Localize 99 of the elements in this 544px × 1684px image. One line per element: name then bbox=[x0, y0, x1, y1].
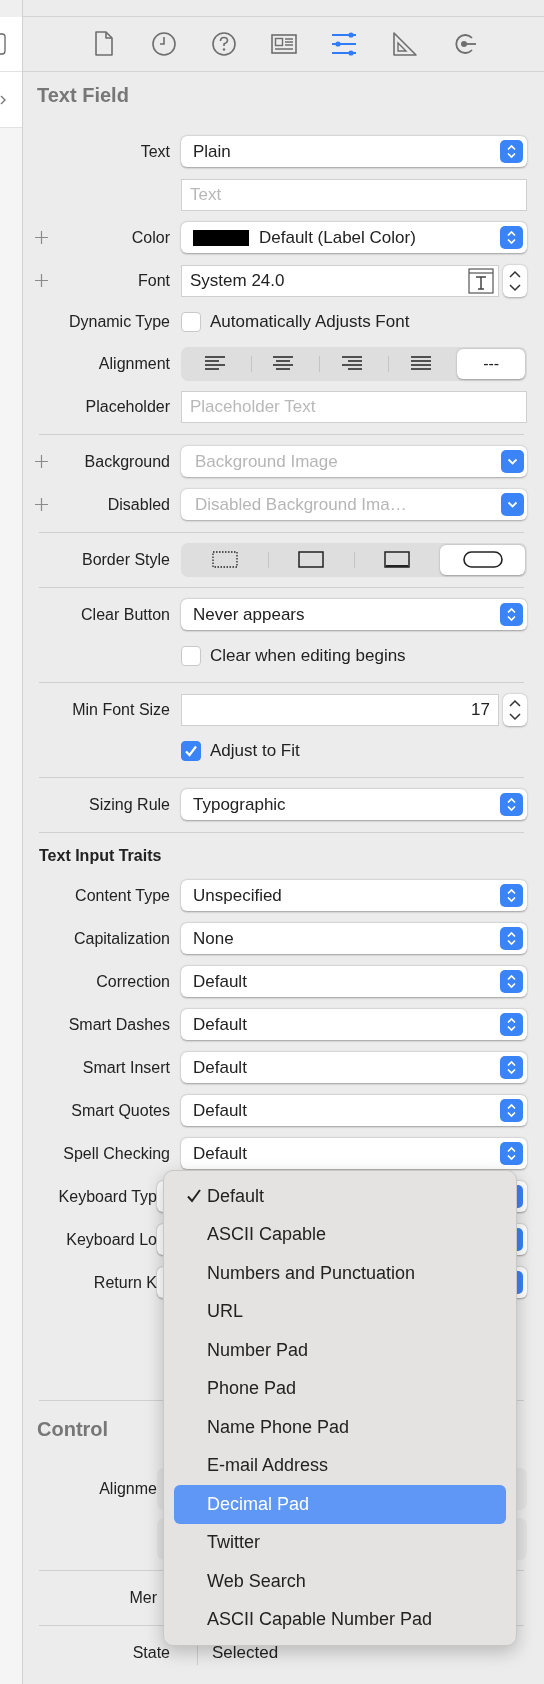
popup-button[interactable]: Never appears bbox=[181, 599, 527, 630]
popup-arrows-icon bbox=[500, 1013, 523, 1036]
field-label: Spell Checking bbox=[63, 1144, 170, 1162]
popup-button[interactable]: Default bbox=[181, 1052, 527, 1083]
field-label: Capitalization bbox=[73, 929, 170, 947]
chevron-icon bbox=[0, 94, 6, 105]
line-border-icon bbox=[297, 550, 326, 569]
field-label: Background bbox=[84, 452, 170, 470]
popup-arrows-icon bbox=[500, 1099, 523, 1122]
rounded-rect-icon bbox=[0, 33, 6, 55]
popup-arrows-icon bbox=[500, 884, 523, 907]
checkmark-icon bbox=[186, 1188, 202, 1205]
clock-icon bbox=[150, 30, 177, 58]
popup-arrows-icon bbox=[500, 1056, 523, 1079]
dotted-border-icon bbox=[211, 550, 240, 569]
popup-arrows-icon bbox=[500, 927, 523, 950]
checkbox[interactable] bbox=[181, 646, 201, 666]
menu-item[interactable]: Default bbox=[174, 1177, 506, 1216]
text-field[interactable]: Text bbox=[181, 178, 527, 211]
section-title: Control bbox=[37, 1418, 109, 1440]
menu-item[interactable]: Phone Pad bbox=[174, 1369, 506, 1408]
field-label: Alignme bbox=[99, 1480, 157, 1497]
field-label: Color bbox=[131, 228, 170, 246]
field-label: Disabled bbox=[107, 495, 170, 513]
checkbox[interactable] bbox=[181, 741, 201, 761]
sliders-icon bbox=[330, 30, 357, 58]
segmented-control[interactable] bbox=[181, 542, 527, 577]
checkbox[interactable] bbox=[181, 312, 201, 332]
popup-button[interactable]: Typographic bbox=[181, 789, 527, 820]
color-popup[interactable]: Default (Label Color) bbox=[181, 222, 527, 253]
text-input[interactable]: Background Image bbox=[193, 447, 501, 476]
inspector-tab[interactable] bbox=[210, 30, 237, 58]
menu-item[interactable]: ASCII Capable Number Pad bbox=[174, 1600, 506, 1639]
field-label: Sizing Rule bbox=[89, 795, 170, 813]
number-field[interactable]: 17 bbox=[181, 693, 499, 726]
checkbox-label: Clear when editing begins bbox=[210, 645, 406, 668]
popup-arrows-icon bbox=[500, 226, 523, 249]
menu-item[interactable]: URL bbox=[174, 1292, 506, 1331]
field-label: Dynamic Type bbox=[68, 313, 170, 330]
font-field[interactable]: System 24.0 bbox=[181, 264, 499, 297]
inspector-tab[interactable] bbox=[330, 30, 357, 58]
field-label: Placeholder bbox=[85, 397, 170, 415]
section-title: Text Field bbox=[37, 84, 129, 106]
popup-arrows-icon bbox=[500, 140, 523, 163]
field-label: Smart Dashes bbox=[68, 1015, 170, 1033]
popup-button[interactable]: Default bbox=[181, 1009, 527, 1040]
field-label: Content Type bbox=[75, 886, 170, 904]
field-label: Border Style bbox=[81, 550, 170, 568]
popup-button[interactable]: Default bbox=[181, 966, 527, 997]
field-label: Correction bbox=[96, 972, 170, 990]
popup-button[interactable]: Unspecified bbox=[181, 880, 527, 911]
inspector-tab[interactable] bbox=[390, 30, 417, 58]
ruler-triangle-icon bbox=[390, 30, 417, 58]
stepper[interactable] bbox=[503, 264, 527, 297]
menu-item[interactable]: Name Phone Pad bbox=[174, 1408, 506, 1447]
field-label: Smart Insert bbox=[82, 1058, 170, 1076]
field-label: Clear Button bbox=[81, 605, 170, 623]
inspector-tab[interactable] bbox=[150, 30, 177, 58]
field-label: Alignment bbox=[98, 354, 170, 372]
field-label: Keyboard Typ bbox=[58, 1187, 157, 1205]
rounded-border-icon bbox=[462, 550, 503, 569]
segmented-control[interactable]: --- bbox=[181, 346, 527, 381]
section-subtitle: Text Input Traits bbox=[38, 846, 163, 866]
popup-button[interactable]: Default bbox=[181, 1095, 527, 1126]
image-combo-box[interactable]: Background Image bbox=[181, 446, 527, 477]
field-label: Text bbox=[140, 142, 170, 160]
menu-item[interactable]: Web Search bbox=[174, 1562, 506, 1601]
popup-button[interactable]: Default bbox=[181, 1138, 527, 1169]
segment[interactable] bbox=[440, 544, 525, 575]
field-label: Return K bbox=[93, 1273, 157, 1291]
menu-item[interactable]: ASCII Capable bbox=[174, 1215, 506, 1254]
image-combo-box[interactable]: Disabled Background Ima… bbox=[181, 489, 527, 520]
popup-arrows-icon bbox=[500, 1142, 523, 1165]
field-label: State bbox=[132, 1643, 170, 1661]
popup-button[interactable]: None bbox=[181, 923, 527, 954]
color-name: Default (Label Color) bbox=[259, 226, 416, 249]
field-label: Mer bbox=[129, 1588, 157, 1606]
bezel-border-icon bbox=[382, 550, 411, 569]
menu-item[interactable]: Twitter bbox=[174, 1523, 506, 1562]
popup-arrows-icon bbox=[500, 603, 523, 626]
field-label: Font bbox=[138, 271, 170, 289]
menu-item[interactable]: Numbers and Punctuation bbox=[174, 1254, 506, 1293]
help-icon bbox=[210, 30, 237, 58]
checkbox-label: Adjust to Fit bbox=[210, 740, 300, 763]
menu-item[interactable]: E-mail Address bbox=[174, 1446, 506, 1485]
popup-arrows-icon bbox=[500, 970, 523, 993]
text-field[interactable]: Placeholder Text bbox=[181, 390, 527, 423]
popup-arrows-icon bbox=[500, 793, 523, 816]
text-input[interactable]: Disabled Background Ima… bbox=[193, 490, 501, 519]
checkmark-icon bbox=[184, 744, 198, 758]
segment[interactable]: --- bbox=[457, 348, 525, 379]
field-label: Min Font Size bbox=[72, 700, 170, 718]
font-picker-icon bbox=[468, 267, 494, 294]
stepper[interactable] bbox=[503, 693, 527, 726]
menu-item[interactable]: Number Pad bbox=[174, 1331, 506, 1370]
popup-button[interactable]: Plain bbox=[181, 136, 527, 167]
field-label: Keyboard Lo bbox=[66, 1230, 157, 1248]
checkbox-label: Automatically Adjusts Font bbox=[210, 311, 410, 334]
field-label: Smart Quotes bbox=[71, 1101, 170, 1119]
